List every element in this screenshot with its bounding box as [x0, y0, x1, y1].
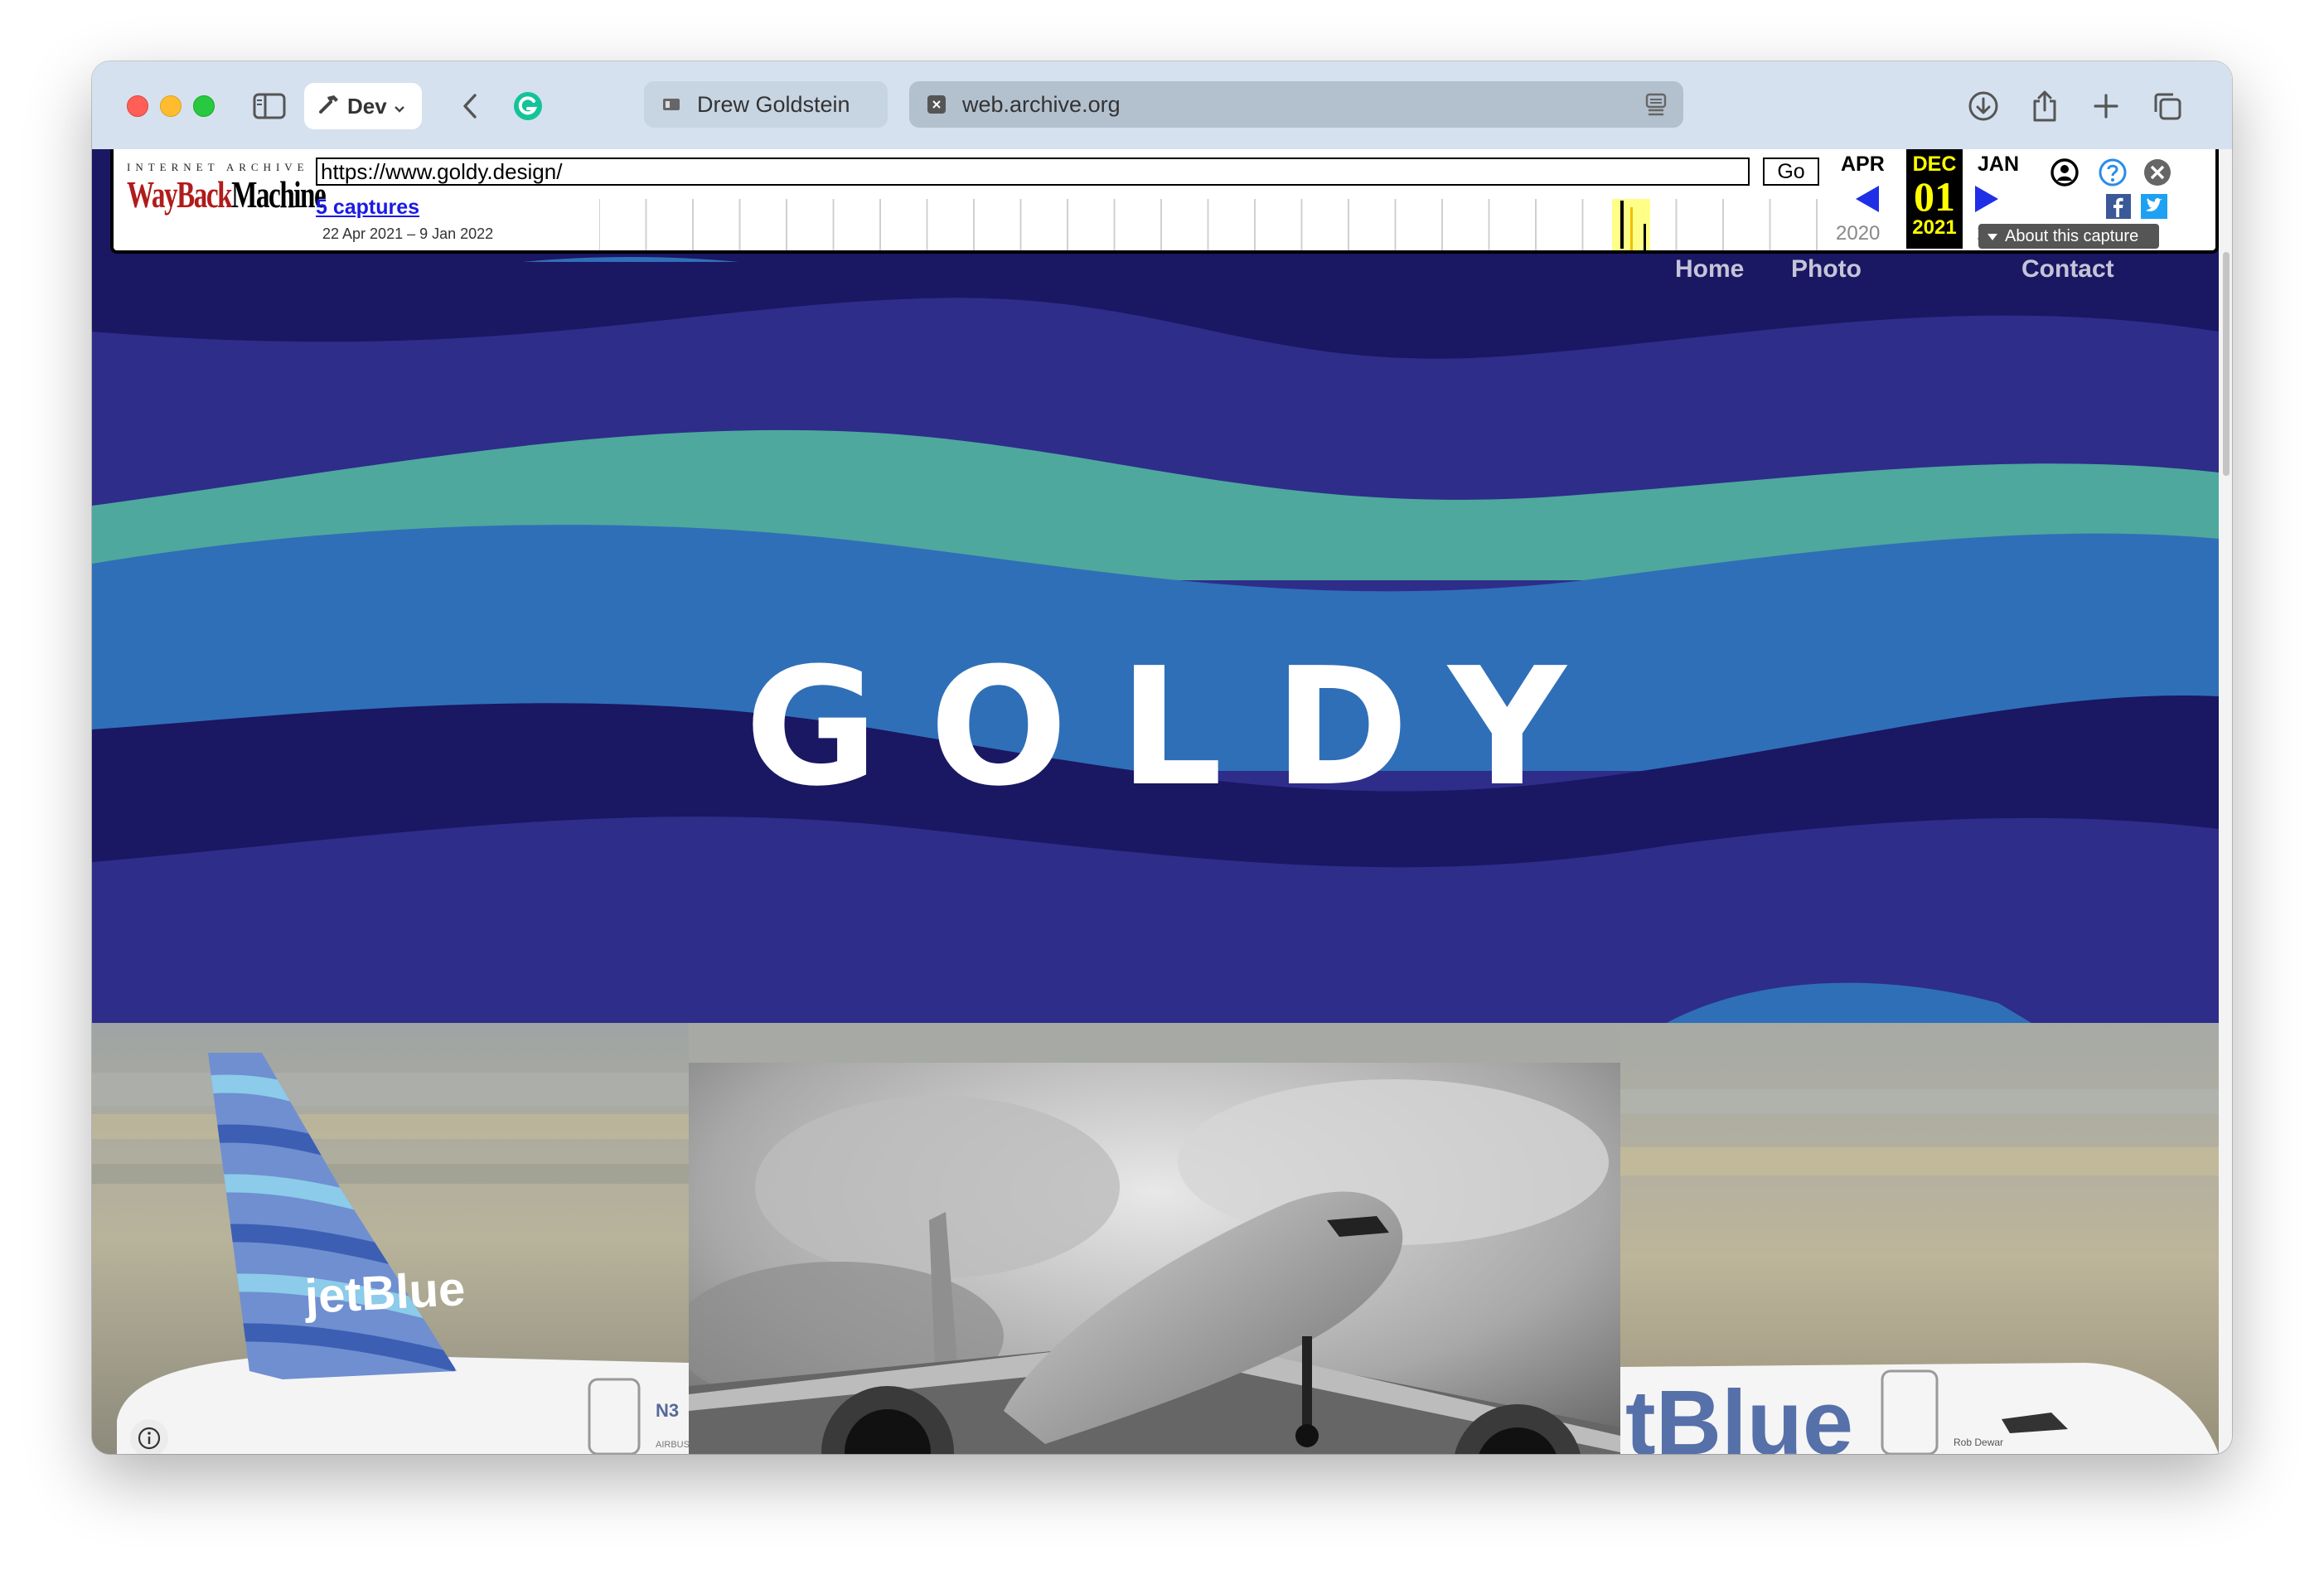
current-day: 01 [1914, 173, 1955, 220]
jetblue-tail-text: jetBlue [303, 1262, 467, 1324]
prev-capture-arrow-icon[interactable] [1854, 184, 1881, 218]
capture-mark [1630, 207, 1633, 250]
archive-favicon-icon [927, 95, 946, 114]
capture-mark [1620, 201, 1624, 249]
wayback-toolbar: INTERNET ARCHIVE WayBackMachine Go 5 cap… [110, 149, 2219, 254]
prev-month-label[interactable]: APR [1841, 153, 1885, 177]
current-capture-date: DEC 01 2021 [1906, 149, 1963, 249]
site-favicon-icon [662, 95, 680, 114]
vertical-scrollbar[interactable] [2219, 149, 2232, 1454]
dev-menu-button[interactable]: Dev [304, 83, 422, 129]
capture-sparkline[interactable] [599, 199, 1821, 250]
triangle-down-icon [1987, 227, 1998, 246]
next-month-label[interactable]: JAN [1978, 153, 2019, 177]
tab-web-archive[interactable]: web.archive.org [909, 81, 1683, 128]
prev-year-label[interactable]: 2020 [1836, 222, 1880, 245]
wayback-url-input[interactable] [316, 158, 1750, 186]
capture-date-range: 22 Apr 2021 – 9 Jan 2022 [322, 225, 494, 242]
air-france-a350-photo[interactable] [689, 1063, 1620, 1454]
chevron-down-icon [394, 94, 405, 119]
capture-mark [1644, 224, 1646, 250]
minimize-window-button[interactable] [160, 95, 182, 117]
downloads-icon[interactable] [1963, 86, 2003, 126]
next-capture-arrow-icon[interactable] [1973, 184, 2000, 218]
user-account-icon[interactable] [2050, 158, 2079, 191]
sidebar-toggle-icon[interactable] [249, 86, 289, 126]
zoom-window-button[interactable] [193, 95, 215, 117]
site-title: GOLDY [744, 633, 1618, 822]
captures-link[interactable]: 5 captures [316, 196, 419, 220]
tab-title: Drew Goldstein [697, 91, 850, 117]
reader-mode-icon[interactable] [1645, 93, 1667, 122]
current-year: 2021 [1912, 216, 1957, 239]
about-this-capture-button[interactable]: About this capture [1978, 224, 2159, 249]
jetblue-fuselage-photo[interactable]: tBlue Rob Dewar [1620, 1023, 2219, 1454]
new-tab-icon[interactable] [2086, 86, 2126, 126]
dev-menu-label: Dev [347, 93, 387, 119]
svg-text:AIRBUS: AIRBUS [656, 1440, 689, 1450]
info-icon[interactable] [130, 1419, 168, 1454]
help-icon[interactable] [2098, 158, 2128, 191]
svg-text:N3: N3 [656, 1400, 679, 1421]
wayback-logo[interactable]: INTERNET ARCHIVE WayBackMachine [127, 161, 327, 216]
jetblue-fuselage-text: tBlue [1625, 1372, 1853, 1454]
plane-photo-gallery: jetBlue N3 AIRBUS tBlue Rob Dewar [92, 1023, 2219, 1454]
back-button[interactable] [450, 86, 490, 126]
nav-contact[interactable]: Contact [2021, 255, 2114, 284]
tab-drew-goldstein[interactable]: Drew Goldstein [644, 81, 888, 128]
jetblue-tail-photo[interactable]: jetBlue N3 AIRBUS [92, 1023, 689, 1454]
wave-background [92, 149, 2219, 1023]
twitter-icon[interactable] [2141, 194, 2167, 223]
page-content: GOLDY Home Photo Contact jetBlue N3 AIRB… [92, 149, 2219, 1454]
share-icon[interactable] [2025, 86, 2065, 126]
nav-home[interactable]: Home [1675, 255, 1744, 284]
browser-toolbar: Dev Drew Goldstein web.archive.org [92, 61, 2232, 150]
close-window-button[interactable] [127, 95, 148, 117]
scrollbar-thumb[interactable] [2223, 252, 2230, 476]
tab-title: web.archive.org [962, 91, 1121, 117]
go-button[interactable]: Go [1763, 158, 1819, 186]
hero-banner: GOLDY Home Photo Contact [92, 149, 2219, 1023]
nav-photo[interactable]: Photo [1791, 255, 1862, 284]
facebook-icon[interactable] [2106, 194, 2131, 223]
grammarly-extension-icon[interactable] [508, 86, 548, 126]
browser-window: Dev Drew Goldstein web.archive.org GOLDY… [92, 61, 2232, 1454]
about-this-capture-label: About this capture [2005, 226, 2139, 245]
tab-overview-icon[interactable] [2147, 86, 2187, 126]
close-wayback-icon[interactable] [2142, 158, 2172, 191]
svg-text:Rob Dewar: Rob Dewar [1954, 1437, 2003, 1448]
hammer-icon [317, 92, 341, 121]
